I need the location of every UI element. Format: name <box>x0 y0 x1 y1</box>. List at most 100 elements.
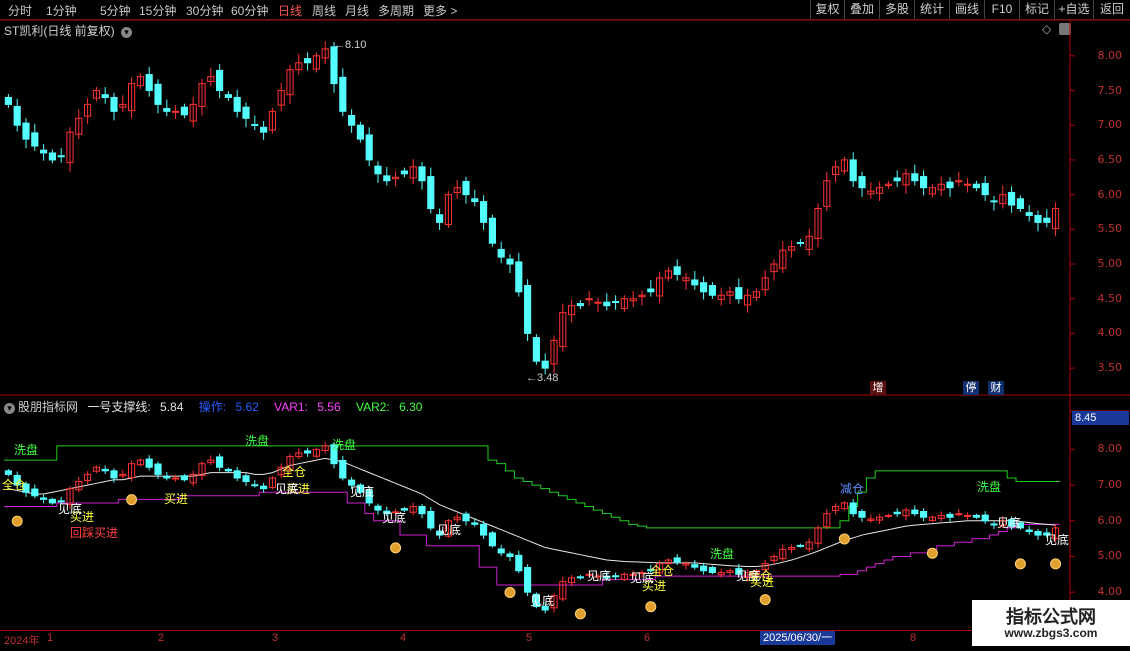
time-axis: 2024年 1 2 3 4 5 6 8 <box>0 630 1130 651</box>
main-candle-body <box>796 242 804 245</box>
indicator-candle-body <box>339 459 347 479</box>
indicator-candle-body <box>497 548 505 554</box>
main-candle-body <box>480 201 488 223</box>
main-candle-body <box>612 300 620 303</box>
signal-wash: 洗盘 <box>710 547 735 561</box>
signal-wash: 洗盘 <box>332 438 357 452</box>
main-candle-body <box>981 183 989 196</box>
main-candle-body <box>462 180 470 196</box>
indicator-candle-body <box>40 497 48 500</box>
main-candle-body <box>13 105 21 126</box>
main-candle-body <box>946 181 954 189</box>
time-label: 2 <box>158 632 165 644</box>
event-finance[interactable]: 财 <box>988 381 1004 395</box>
main-candle-body <box>955 180 963 183</box>
indicator-candle-body <box>700 565 708 572</box>
main-candle-body <box>1025 212 1033 216</box>
indicator-candle-body <box>1025 529 1033 532</box>
main-candle-body <box>4 96 12 105</box>
main-candle-body <box>304 58 312 64</box>
indicator-y-tick: 7.00 <box>1097 478 1123 492</box>
low-value: 3.48 <box>537 372 559 384</box>
var2-line <box>4 445 1060 529</box>
signal-bottom: 见底 <box>58 502 83 516</box>
money-bag-icon <box>126 494 138 506</box>
signal-bottom: 见底 <box>630 571 655 585</box>
indicator-candle-body <box>972 514 980 518</box>
time-label: 5 <box>526 632 533 644</box>
main-candle-body <box>532 337 540 362</box>
signal-bottom: 见底 <box>736 569 761 583</box>
main-candle-body <box>57 155 65 158</box>
money-bag-icon <box>11 515 23 527</box>
main-candle-body <box>251 124 259 127</box>
money-bag-icon <box>759 594 771 606</box>
money-bag-icon <box>645 601 657 613</box>
main-y-tick: 6.50 <box>1097 152 1123 166</box>
signal-full: 全仓 <box>2 478 27 492</box>
indicator-candle-body <box>418 506 426 515</box>
indicator-y-tick: 5.00 <box>1097 549 1123 563</box>
indicator-candle-body <box>1034 530 1042 536</box>
indicator-candle-body <box>981 514 989 522</box>
indicator-y-tick: 4.00 <box>1097 585 1123 599</box>
main-candle-body <box>990 200 998 203</box>
money-bag-icon <box>390 542 402 554</box>
indicator-candle-body <box>488 532 496 547</box>
main-candle-body <box>647 288 655 293</box>
main-candle-body <box>216 69 224 92</box>
indicator-candle-body <box>154 463 162 475</box>
indicator-candle-body <box>462 513 470 522</box>
indicator-candle-body <box>31 488 39 497</box>
main-candle-body <box>233 96 241 112</box>
main-candle-body <box>585 298 593 301</box>
money-bag-icon <box>504 586 516 598</box>
main-candle-body <box>180 106 188 116</box>
chart-canvas[interactable] <box>0 0 1130 650</box>
indicator-candle-body <box>216 456 224 468</box>
main-candle-body <box>506 258 514 265</box>
main-candle-body <box>418 166 426 182</box>
low-arrow-icon: ← <box>526 372 537 384</box>
var1-field: VAR1: 5.56 <box>274 400 347 414</box>
indicator-candle-body <box>920 511 928 518</box>
main-candle-body <box>497 248 505 258</box>
main-candle-body <box>154 83 162 105</box>
indicator-candle-body <box>796 544 804 547</box>
indicator-candle-body <box>858 511 866 518</box>
main-y-tick: 4.50 <box>1097 291 1123 305</box>
operate-field: 操作: 5.62 <box>199 400 265 414</box>
signal-full: 全仓 <box>282 465 307 479</box>
high-value: 8.10 <box>345 39 367 51</box>
indicator-candle-body <box>673 557 681 563</box>
main-candle-body <box>163 108 171 112</box>
indicator-candle-body <box>224 468 232 472</box>
main-candle-body <box>22 122 30 140</box>
event-suspend[interactable]: 停 <box>963 381 979 395</box>
indicator-name[interactable]: 股朋指标网 <box>18 400 78 414</box>
main-candle-body <box>893 177 901 182</box>
indicator-chevron-icon[interactable]: ▾ <box>4 403 15 414</box>
indicator-candle-body <box>506 553 514 557</box>
main-candle-body <box>849 159 857 182</box>
event-increase[interactable]: 增 <box>870 381 886 395</box>
main-y-tick: 3.50 <box>1097 361 1123 375</box>
main-candle-body <box>260 126 268 133</box>
var2-label: VAR2: <box>355 400 390 414</box>
time-label: 1 <box>47 632 54 644</box>
main-candle-body <box>700 282 708 293</box>
main-candle-body <box>920 176 928 189</box>
operate-label: 操作: <box>198 400 227 414</box>
main-candle-body <box>427 176 435 210</box>
indicator-candle-body <box>884 514 892 517</box>
money-bag-icon <box>1050 558 1062 570</box>
indicator-candle-body <box>708 567 716 574</box>
main-candle-body <box>515 261 523 293</box>
indicator-candle-body <box>576 576 584 579</box>
signal-buy: 买进 <box>164 492 189 506</box>
main-candle-body <box>110 96 118 112</box>
signal-bottom: 见底 <box>530 594 555 608</box>
main-y-tick: 4.00 <box>1097 326 1123 340</box>
support-field: 一号支撑线: 5.84 <box>87 400 189 414</box>
indicator-y-tick: 6.00 <box>1097 513 1123 527</box>
